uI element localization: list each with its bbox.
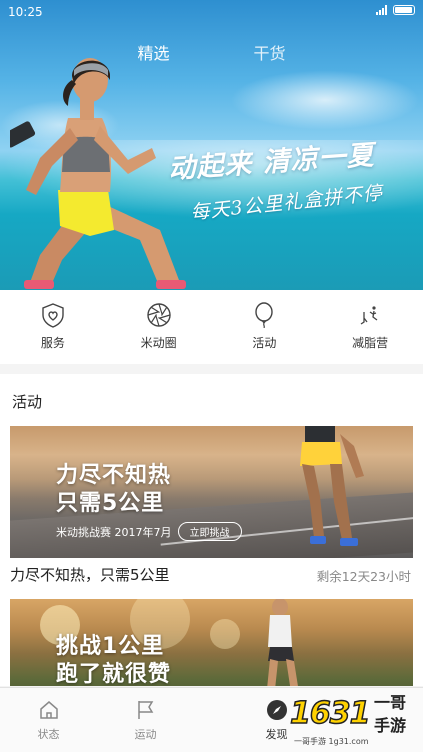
activity-section: 活动 力尽不知热 只需5公里 米动挑战赛 2017年7月 立即挑战 力尽不知热，… bbox=[0, 374, 423, 686]
shield-heart-icon bbox=[42, 303, 64, 328]
nav-workout[interactable]: 运动 bbox=[97, 688, 194, 752]
quick-entry-label: 活动 bbox=[252, 336, 277, 350]
quick-entry-service[interactable]: 服务 bbox=[0, 290, 106, 364]
status-time: 10:25 bbox=[8, 5, 43, 19]
tab-featured[interactable]: 精选 bbox=[131, 36, 175, 68]
card-image-title-line: 跑了就很赞 bbox=[56, 662, 172, 686]
card-image-title-line: 力尽不知热 bbox=[56, 463, 172, 488]
quick-entry-label: 服务 bbox=[40, 336, 65, 350]
nav-status[interactable]: 状态 bbox=[0, 688, 97, 752]
challenge-now-button[interactable]: 立即挑战 bbox=[177, 522, 242, 541]
section-title: 活动 bbox=[12, 393, 43, 411]
fitness-icon bbox=[360, 306, 378, 325]
signal-icon bbox=[376, 5, 387, 15]
hero-banner[interactable]: 10:25 精选 干货 动起来 清凉一夏 每天3公里礼盒拼不停 bbox=[0, 0, 423, 290]
card-remaining-time: 剩余12天23小时 bbox=[316, 569, 411, 584]
status-bar: 10:25 bbox=[0, 0, 423, 26]
battery-icon bbox=[393, 5, 415, 15]
quick-entry-fat-loss-camp[interactable]: 减脂营 bbox=[317, 290, 423, 364]
resting-runner-illustration bbox=[300, 426, 364, 546]
activity-card-image[interactable]: 挑战1公里 跑了就很赞 bbox=[10, 599, 413, 686]
nav-label: 发现 bbox=[265, 728, 288, 741]
quick-entry-activities[interactable]: 活动 bbox=[212, 290, 318, 364]
watermark-name: 手游 bbox=[374, 716, 407, 735]
challenge-date: 米动挑战赛 2017年7月 bbox=[56, 525, 172, 539]
top-tabs: 精选 干货 bbox=[0, 36, 423, 68]
tab-tips[interactable]: 干货 bbox=[248, 36, 292, 68]
trail-runner-illustration bbox=[267, 599, 298, 686]
card-image-title-line: 挑战1公里 bbox=[56, 634, 165, 659]
card-image-title: 力尽不知热 只需5公里 bbox=[56, 462, 171, 518]
card-caption[interactable]: 力尽不知热，只需5公里 bbox=[10, 564, 170, 585]
nav-label: 状态 bbox=[37, 728, 60, 741]
activity-card-image[interactable]: 力尽不知热 只需5公里 米动挑战赛 2017年7月 立即挑战 bbox=[10, 426, 413, 558]
balloon-icon bbox=[255, 302, 274, 328]
quick-entry-label: 米动圈 bbox=[140, 336, 177, 350]
card-meta: 米动挑战赛 2017年7月 立即挑战 bbox=[56, 522, 242, 541]
compass-icon bbox=[266, 700, 287, 720]
home-icon bbox=[39, 701, 58, 719]
flag-icon bbox=[137, 701, 153, 719]
watermark-name: 一哥 bbox=[374, 693, 407, 712]
nav-label: 运动 bbox=[134, 728, 157, 741]
card-image-title-line: 只需5公里 bbox=[56, 491, 165, 516]
aperture-icon bbox=[146, 303, 171, 327]
quick-entry-label: 减脂营 bbox=[352, 336, 389, 350]
runner-illustration bbox=[10, 58, 186, 289]
bokeh-light bbox=[210, 619, 240, 649]
watermark-logo: 1631 一哥 手游 一哥手游 1g31.com bbox=[289, 690, 423, 752]
quick-entry-row: 服务 米动圈 活动 减脂营 bbox=[0, 290, 423, 364]
card-image-title: 挑战1公里 跑了就很赞 bbox=[56, 633, 171, 686]
banner-cloud bbox=[230, 70, 420, 130]
quick-entry-community[interactable]: 米动圈 bbox=[106, 290, 212, 364]
watermark-number: 1631 bbox=[289, 695, 371, 732]
watermark-url: 一哥手游 1g31.com bbox=[294, 737, 369, 746]
